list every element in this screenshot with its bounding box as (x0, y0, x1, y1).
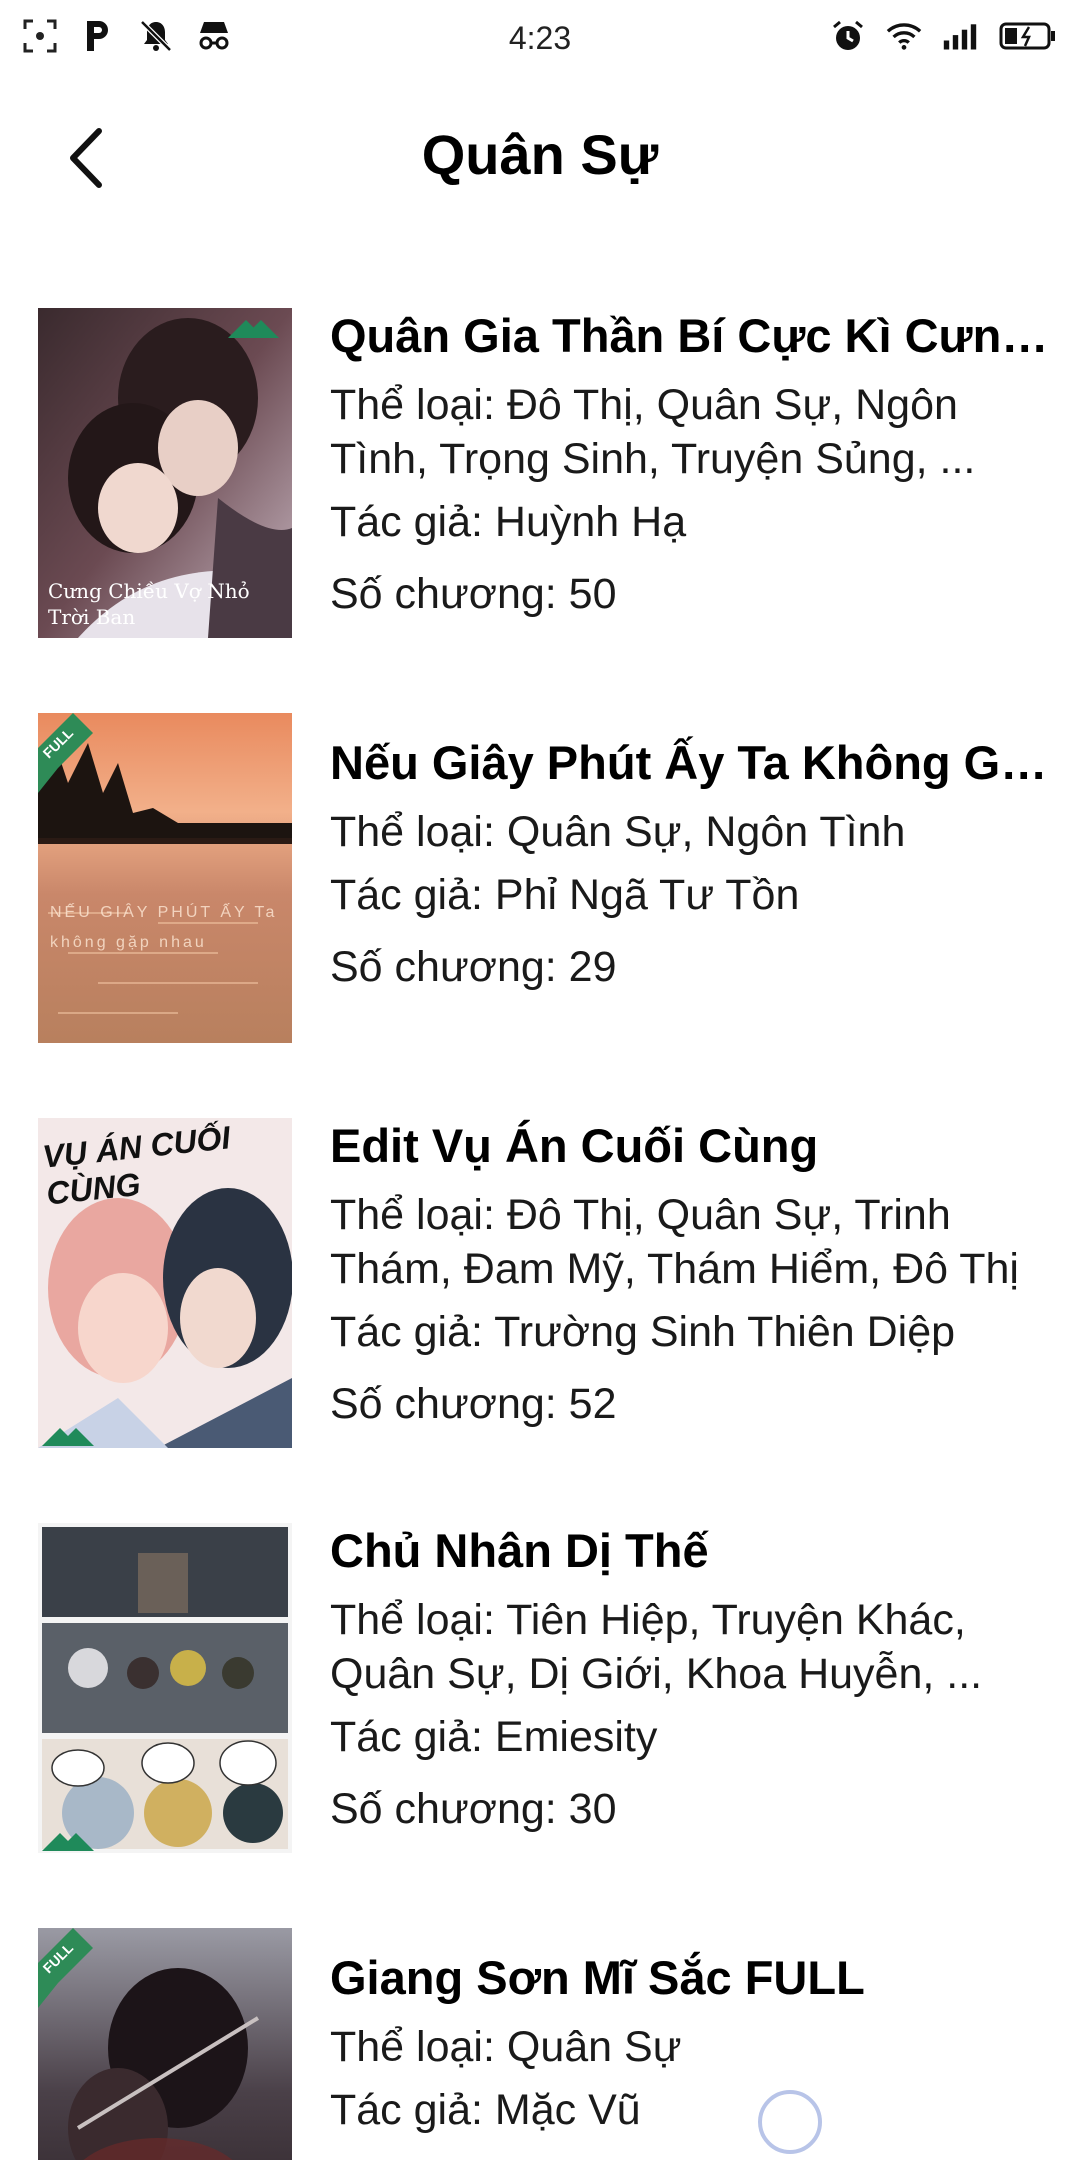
story-cover (38, 1523, 292, 1853)
full-badge: FULL (38, 1928, 108, 2008)
story-chapters: Số chương: 30 (330, 1785, 617, 1833)
battery-icon (998, 18, 1058, 54)
story-cover: VỤ ÁN CUỐI CÙNG (38, 1118, 292, 1448)
story-title: Nếu Giây Phút Ấy Ta Không Gặ... (330, 736, 1060, 789)
story-info: Giang Sơn Mĩ Sắc FULL Thể loại: Quân Sự … (330, 1942, 1060, 2146)
loading-spinner (758, 2090, 822, 2154)
cover-caption: NẾU GIÂY PHÚT ẤY Ta không gặp nhau (50, 904, 278, 951)
story-genre: Thể loại: Tiên Hiệp, Truyện Khác, Quân S… (330, 1596, 983, 1698)
story-title: Giang Sơn Mĩ Sắc FULL (330, 1951, 865, 2004)
story-author: Tác giả: Phỉ Ngã Tư Tồn (330, 871, 800, 919)
status-bar: 4:23 (0, 0, 1080, 80)
story-item[interactable]: Cưng Chiều Vợ Nhỏ Trời Ban Quân Gia Thần… (0, 300, 1080, 640)
story-item[interactable]: FULL Giang Sơn Mĩ Sắc FULL Thể loại: Quâ… (0, 1920, 1080, 2160)
story-genre: Thể loại: Đô Thị, Quân Sự, Ngôn Tình, Tr… (330, 381, 976, 483)
wifi-icon (886, 18, 922, 54)
alarm-icon (830, 18, 866, 54)
page-title: Quân Sự (421, 123, 659, 186)
story-chapters: Số chương: 52 (330, 1380, 617, 1428)
story-author: Tác giả: Huỳnh Hạ (330, 498, 687, 546)
story-info: Quân Gia Thần Bí Cực Kì Cưng ... Thể loạ… (330, 300, 1060, 630)
story-item[interactable]: FULL NẾU GIÂY PHÚT ẤY Ta không gặp nhau … (0, 705, 1080, 1045)
story-chapters: Số chương: 29 (330, 943, 617, 991)
story-author: Tác giả: Trường Sinh Thiên Diệp (330, 1308, 956, 1356)
story-title: Quân Gia Thần Bí Cực Kì Cưng ... (330, 309, 1060, 362)
story-info: Nếu Giây Phút Ấy Ta Không Gặ... Thể loại… (330, 727, 1060, 1003)
story-cover: FULL NẾU GIÂY PHÚT ẤY Ta không gặp nhau (38, 713, 292, 1043)
full-badge: FULL (38, 713, 108, 793)
story-title: Edit Vụ Án Cuối Cùng (330, 1119, 819, 1172)
story-chapters: Số chương: 50 (330, 570, 617, 618)
story-cover: FULL (38, 1928, 292, 2160)
story-info: Edit Vụ Án Cuối Cùng Thể loại: Đô Thị, Q… (330, 1110, 1060, 1440)
story-info: Chủ Nhân Dị Thế Thể loại: Tiên Hiệp, Tru… (330, 1515, 1060, 1845)
cover-caption: Cưng Chiều Vợ Nhỏ Trời Ban (48, 579, 250, 629)
story-item[interactable]: Chủ Nhân Dị Thế Thể loại: Tiên Hiệp, Tru… (0, 1515, 1080, 1855)
story-genre: Thể loại: Quân Sự, Ngôn Tình (330, 808, 906, 856)
story-cover: Cưng Chiều Vợ Nhỏ Trời Ban (38, 308, 292, 638)
story-author: Tác giả: Mặc Vũ (330, 2086, 641, 2134)
story-item[interactable]: VỤ ÁN CUỐI CÙNG Edit Vụ Án Cuối Cùng Thể… (0, 1110, 1080, 1450)
story-genre: Thể loại: Quân Sự (330, 2023, 682, 2071)
story-genre: Thể loại: Đô Thị, Quân Sự, Trinh Thám, Đ… (330, 1191, 1019, 1293)
status-right-icons (830, 18, 1058, 54)
signal-icon (942, 18, 978, 54)
story-title: Chủ Nhân Dị Thế (330, 1524, 709, 1577)
header: Quân Sự (0, 100, 1080, 210)
story-author: Tác giả: Emiesity (330, 1713, 658, 1761)
